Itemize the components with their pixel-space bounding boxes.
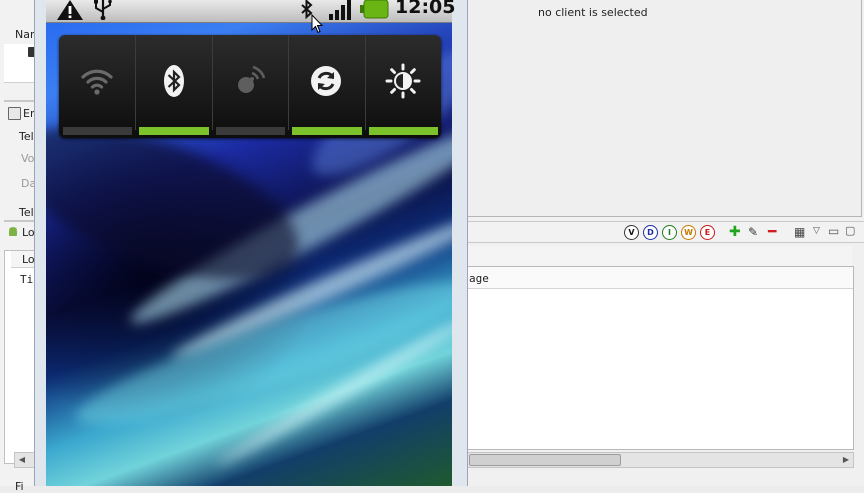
brightness-toggle-button[interactable] <box>365 35 441 138</box>
usb-icon <box>94 0 112 20</box>
right-pane: no client is selected V D I W E ✚ ✎ ━ ▦ … <box>466 0 864 486</box>
widget-divider <box>288 35 290 130</box>
add-filter-icon[interactable]: ✚ <box>729 224 741 240</box>
wifi-toggle-button[interactable] <box>59 35 135 138</box>
emulator-control-icon <box>8 107 21 120</box>
scroll-left-icon[interactable]: ◀ <box>15 453 29 467</box>
no-client-message: no client is selected <box>538 6 648 19</box>
filter-label: Fi <box>15 480 24 493</box>
widget-divider <box>364 35 366 130</box>
gps-toggle-button[interactable] <box>212 35 288 138</box>
brightness-state-indicator <box>368 127 438 135</box>
log-tab-strip <box>466 246 852 266</box>
sync-icon <box>308 63 344 99</box>
minimize-view-icon[interactable]: ▭ <box>828 223 839 239</box>
brightness-icon <box>385 63 421 99</box>
wifi-state-indicator <box>63 127 133 135</box>
time-column-header: Ti <box>20 273 34 286</box>
verbose-level-icon[interactable]: V <box>624 225 639 240</box>
warn-level-icon[interactable]: W <box>681 225 696 240</box>
error-level-icon[interactable]: E <box>700 225 715 240</box>
status-bar[interactable]: 12:05 <box>46 0 456 23</box>
log-table[interactable]: age <box>466 266 854 450</box>
bluetooth-icon <box>156 63 192 99</box>
logcat-android-icon <box>9 227 17 236</box>
signal-icon <box>329 0 351 20</box>
status-clock: 12:05 <box>395 0 456 18</box>
wifi-icon <box>79 63 115 99</box>
telephony-status-label: Tel <box>19 130 34 143</box>
widget-divider <box>211 35 213 130</box>
warning-icon <box>57 0 83 20</box>
emulator-control-tab-label[interactable]: Er <box>23 107 34 120</box>
sync-state-indicator <box>292 127 362 135</box>
logcat-tab-label[interactable]: Lo <box>22 226 35 239</box>
message-column-header: age <box>469 272 489 285</box>
gps-icon <box>232 63 268 99</box>
maximize-view-icon[interactable]: ▢ <box>845 223 855 239</box>
info-level-icon[interactable]: I <box>662 225 677 240</box>
scroll-right-icon[interactable]: ▶ <box>839 453 853 467</box>
client-info-area: no client is selected <box>466 0 862 217</box>
hscroll-thumb[interactable] <box>469 454 621 466</box>
battery-icon <box>360 0 389 19</box>
power-control-widget <box>59 35 441 138</box>
log-hscrollbar[interactable]: ▶ <box>466 452 854 468</box>
bluetooth-toggle-button[interactable] <box>135 35 211 138</box>
voice-label: Vo <box>21 152 35 165</box>
clear-log-icon[interactable]: ▦ <box>794 224 805 240</box>
view-menu-icon[interactable]: ▽ <box>813 223 820 239</box>
telephony-actions-label: Tel <box>19 206 34 219</box>
widget-divider <box>135 35 137 130</box>
debug-level-icon[interactable]: D <box>643 225 658 240</box>
sync-toggle-button[interactable] <box>288 35 364 138</box>
gps-state-indicator <box>215 127 286 135</box>
bluetooth-state-indicator <box>139 127 209 135</box>
logcat-toolbar: V D I W E ✚ ✎ ━ ▦ ▽ ▭ ▢ <box>466 221 864 243</box>
edit-filter-icon[interactable]: ✎ <box>748 224 758 240</box>
mouse-cursor-icon <box>311 14 323 34</box>
log-table-header: age <box>467 267 853 289</box>
delete-filter-icon[interactable]: ━ <box>768 224 776 240</box>
